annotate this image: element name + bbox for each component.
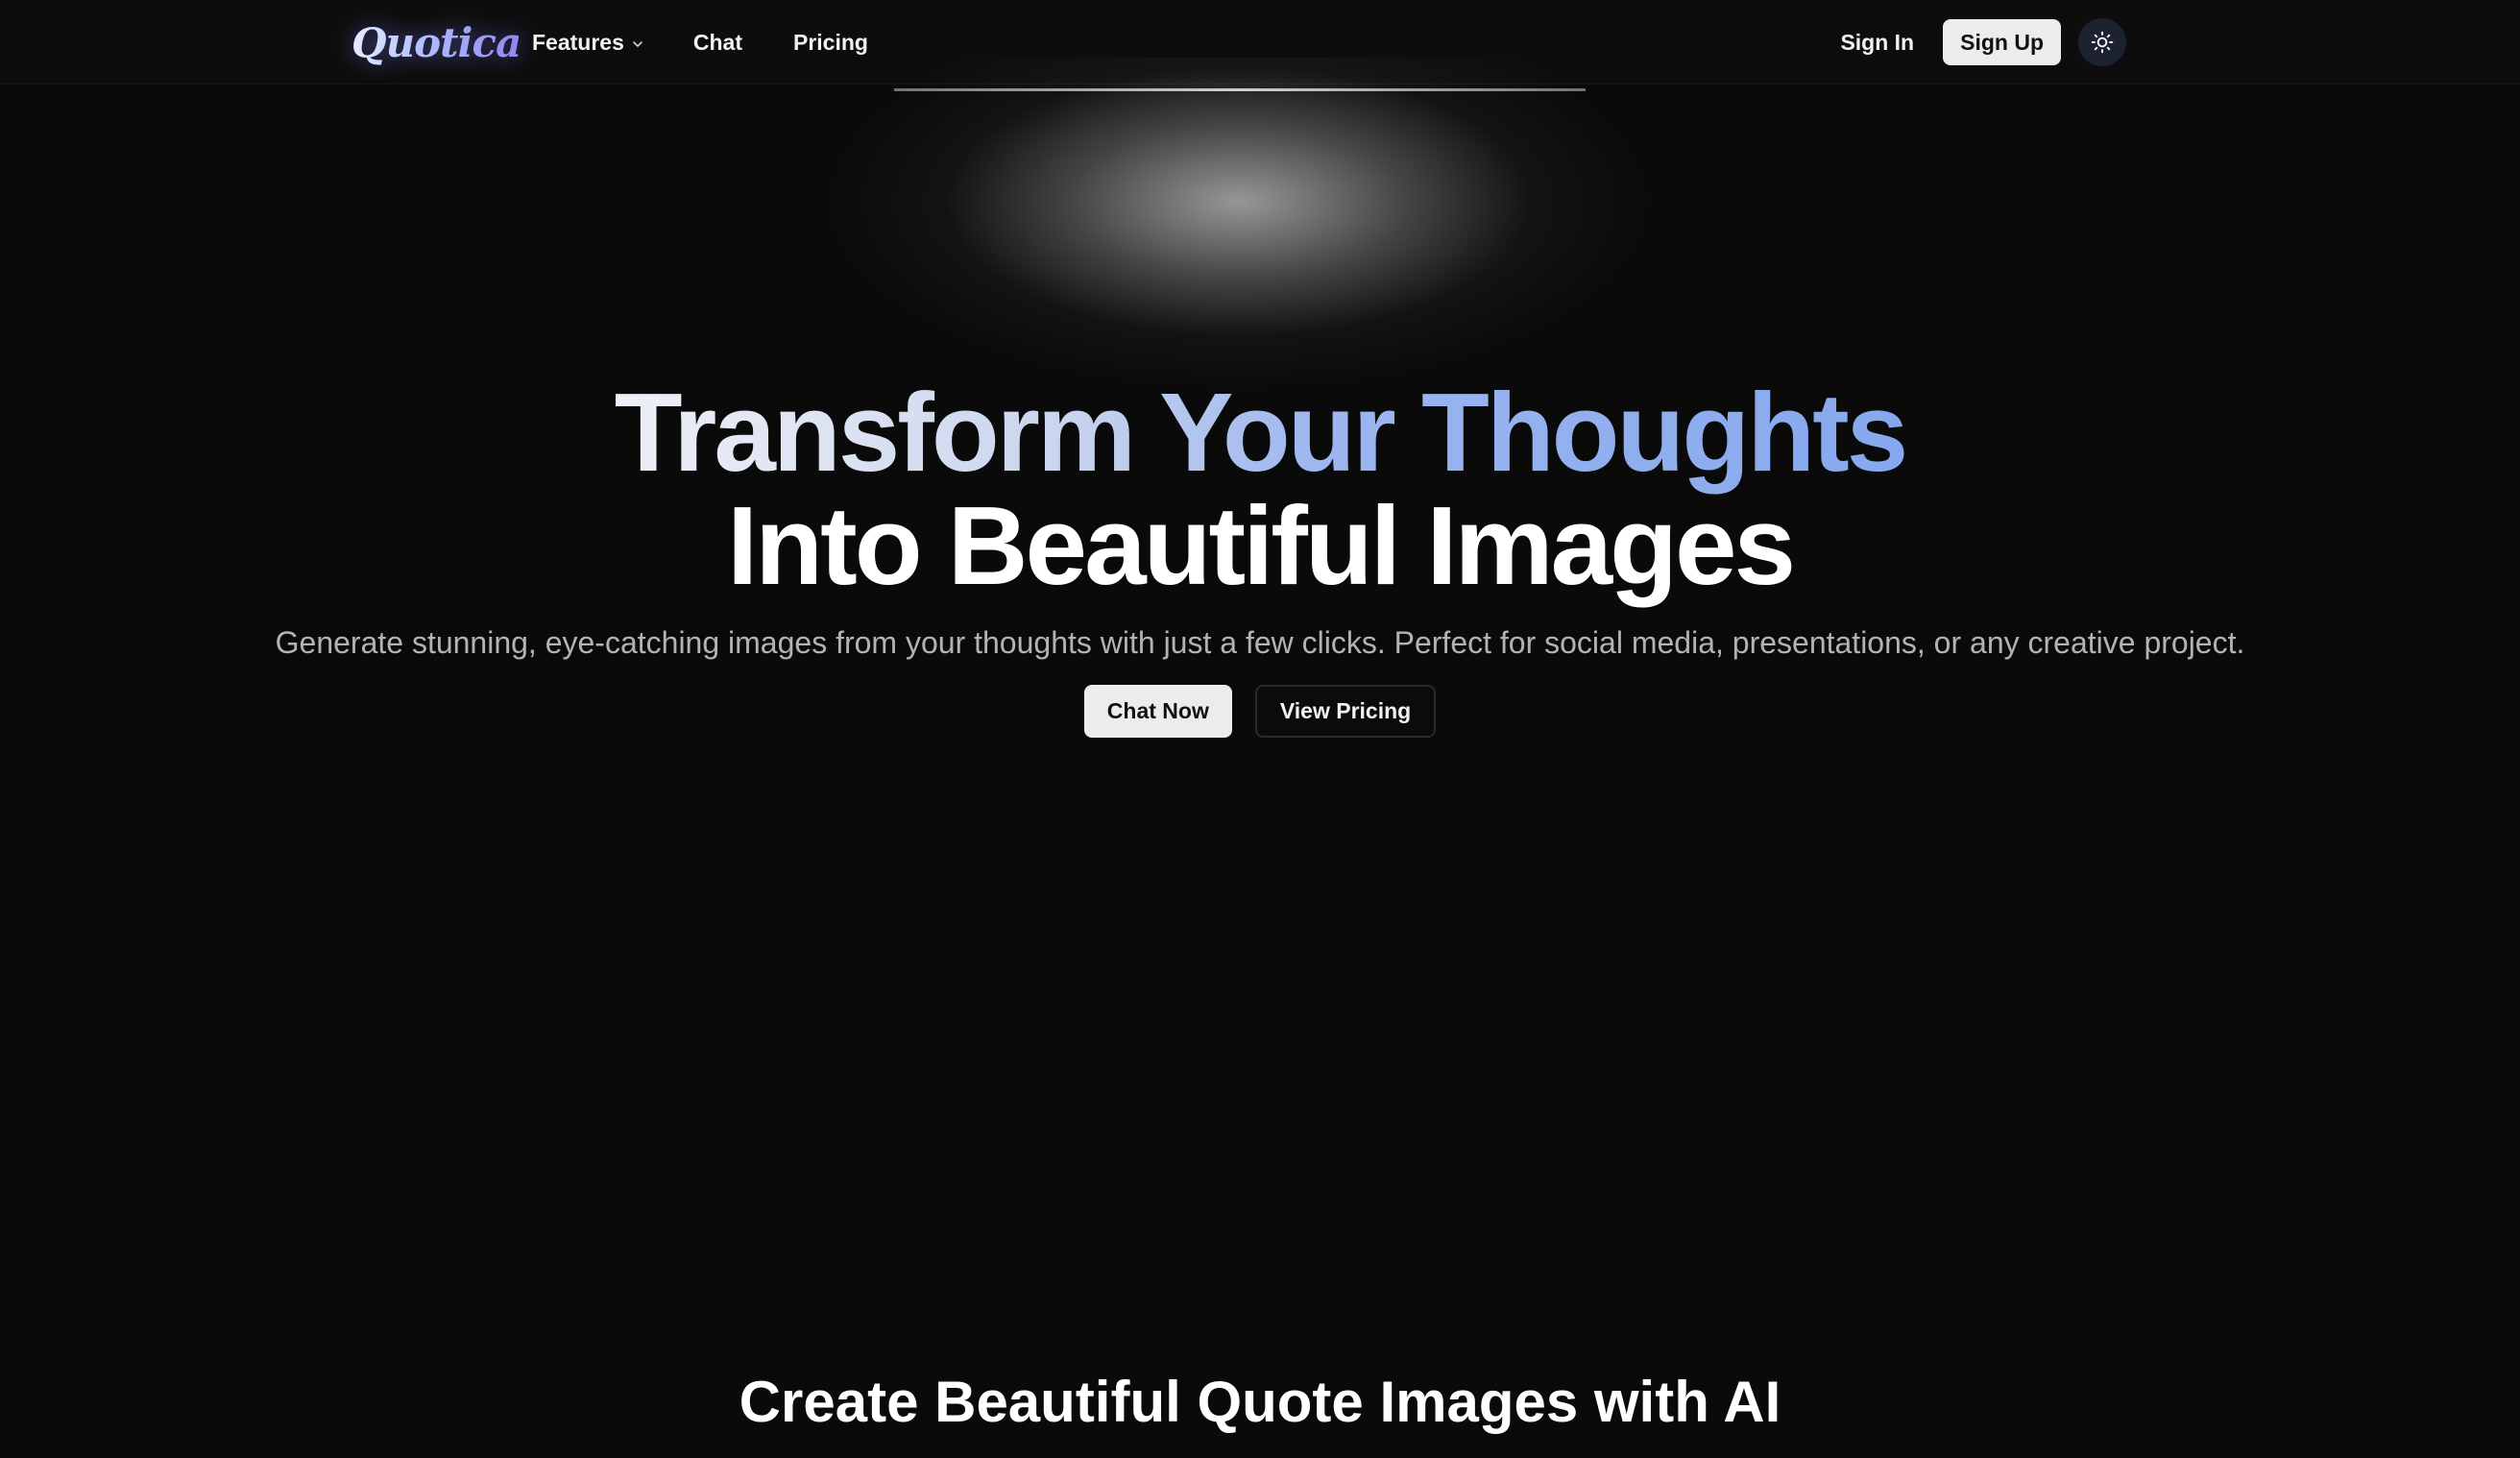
page: Quotica Features Chat Pricing Sign In Si…	[0, 0, 2520, 1458]
view-pricing-button[interactable]: View Pricing	[1254, 685, 1437, 738]
nav-features-label: Features	[532, 29, 624, 55]
hero-cta-row: Chat Now View Pricing	[0, 685, 2520, 738]
sign-in-link[interactable]: Sign In	[1840, 30, 1914, 56]
chevron-down-icon	[633, 41, 642, 47]
nav-features-link[interactable]: Features	[532, 21, 643, 63]
hero-subtitle: Generate stunning, eye-catching images f…	[275, 625, 2245, 660]
nav-actions: Sign In Sign Up	[1840, 18, 2126, 66]
hero-title-line1-text: Transform Your Thoughts	[614, 370, 1909, 495]
nav-pricing-link[interactable]: Pricing	[793, 21, 868, 63]
nav-links: Features Chat Pricing	[532, 21, 868, 63]
logo[interactable]: Quotica	[351, 17, 521, 69]
chat-now-button[interactable]: Chat Now	[1083, 685, 1232, 738]
spotlight-beam-line	[894, 88, 1586, 91]
sun-icon	[2091, 31, 2114, 54]
theme-toggle-button[interactable]	[2078, 18, 2126, 66]
top-nav: Quotica Features Chat Pricing Sign In Si…	[0, 0, 2520, 85]
nav-chat-link[interactable]: Chat	[693, 21, 742, 63]
sign-up-button[interactable]: Sign Up	[1943, 19, 2061, 65]
hero-title-line1: Transform Your Thoughts	[0, 369, 2520, 496]
hero-title-line2: Into Beautiful Images	[726, 483, 1796, 608]
section-heading: Create Beautiful Quote Images with AI	[739, 1370, 1781, 1434]
